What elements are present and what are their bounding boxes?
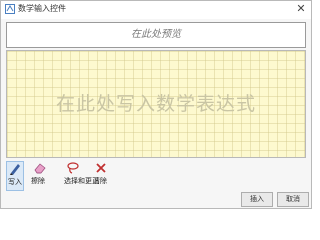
- math-input-window: 数学输入控件 ✕ 在此处预览 在此处写入数学表达式 写入 擦除 选择和更正 清除…: [0, 0, 312, 209]
- clear-tool-button[interactable]: 清除: [93, 161, 113, 189]
- preview-placeholder: 在此处预览: [131, 29, 181, 40]
- eraser-icon: [34, 163, 46, 174]
- erase-tool-button[interactable]: 擦除: [31, 161, 51, 189]
- clear-tool-label: 清除: [93, 177, 107, 185]
- writing-canvas[interactable]: 在此处写入数学表达式: [6, 50, 306, 158]
- cancel-button[interactable]: 取消: [277, 192, 309, 207]
- title-bar: 数学输入控件 ✕: [1, 1, 311, 19]
- app-icon: [5, 4, 15, 14]
- window-title: 数学输入控件: [18, 4, 66, 13]
- preview-area: 在此处预览: [6, 22, 306, 48]
- erase-tool-label: 擦除: [31, 177, 45, 185]
- toolbar: 写入 擦除 选择和更正 清除: [1, 161, 311, 191]
- insert-button[interactable]: 插入: [241, 192, 273, 207]
- write-tool-label: 写入: [8, 178, 22, 186]
- pen-icon: [10, 164, 20, 175]
- lasso-icon: [67, 162, 79, 174]
- canvas-placeholder: 在此处写入数学表达式: [55, 93, 256, 115]
- clear-icon: [96, 163, 106, 173]
- close-button[interactable]: ✕: [294, 2, 308, 16]
- write-tool-button[interactable]: 写入: [6, 161, 24, 191]
